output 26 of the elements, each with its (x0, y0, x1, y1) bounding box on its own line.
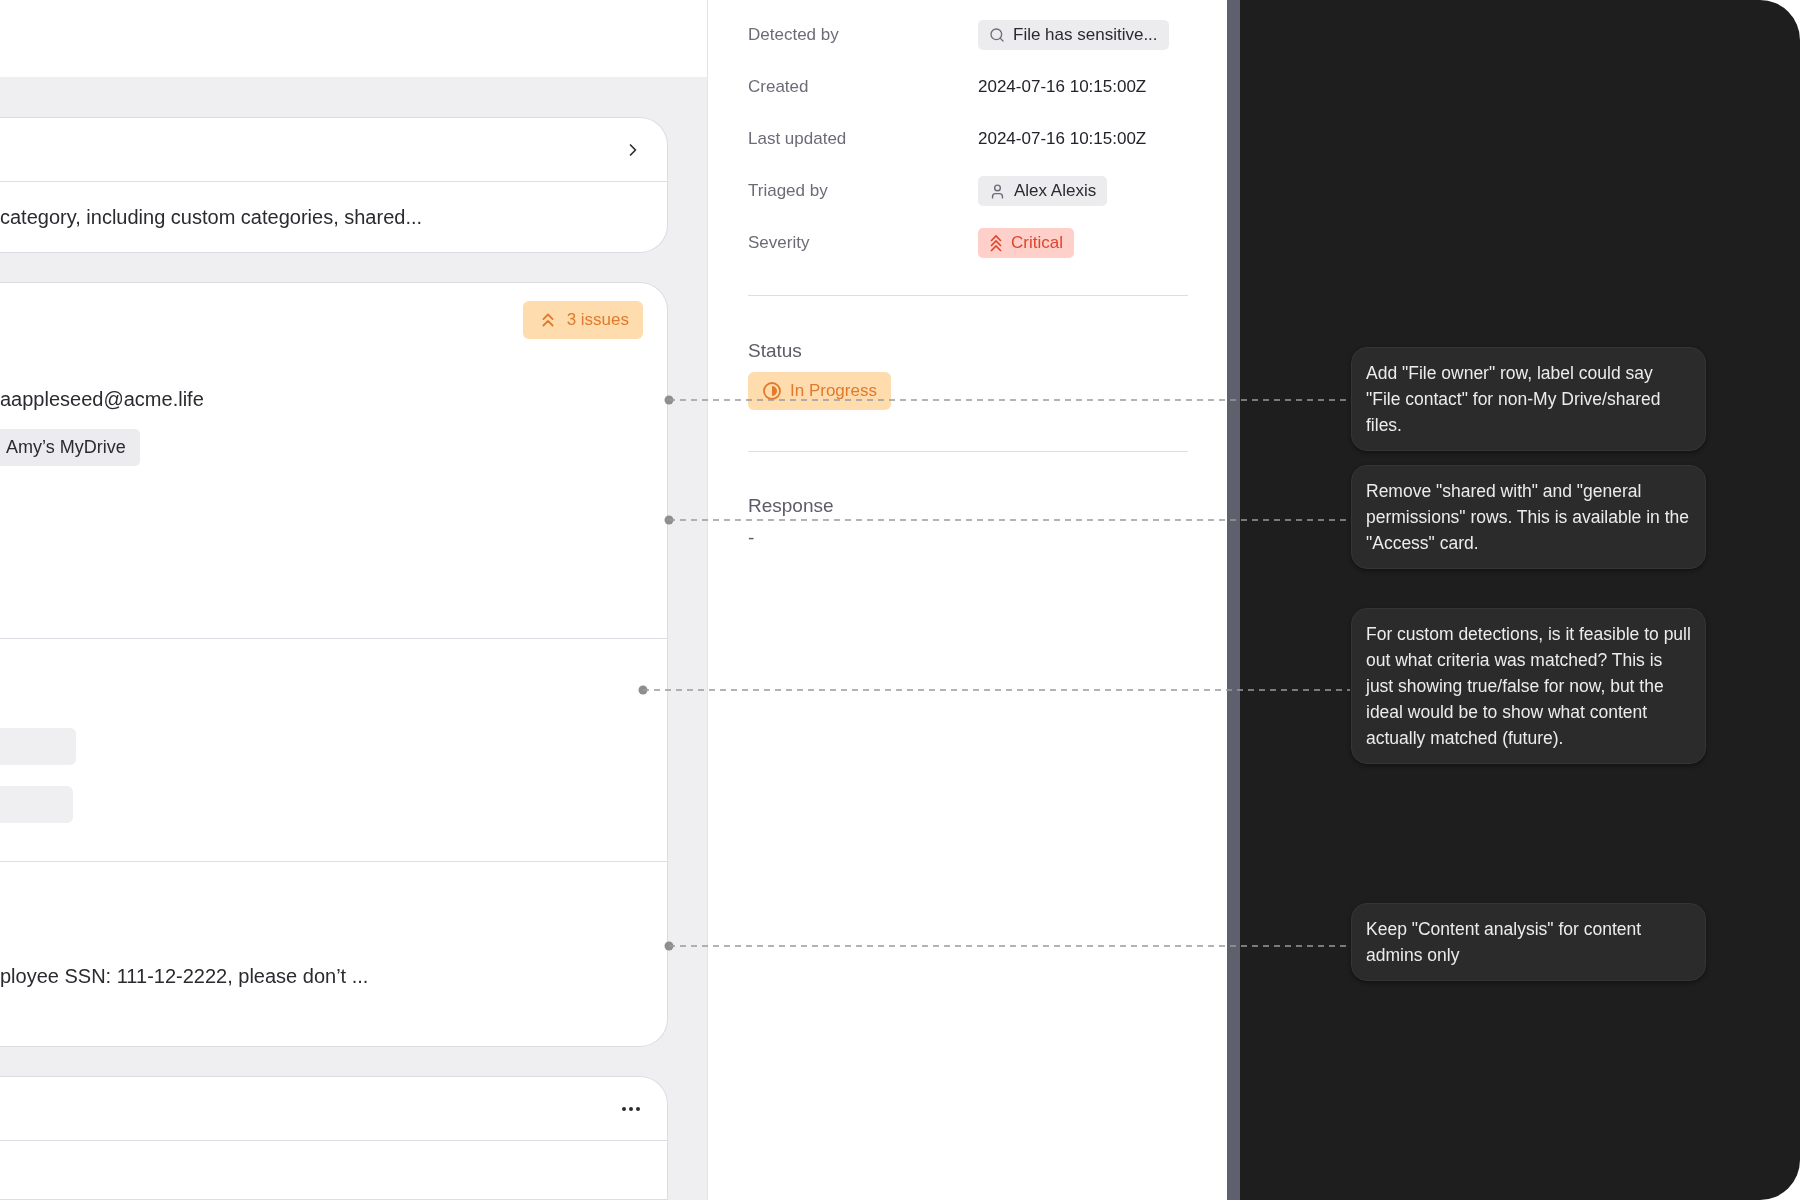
location-chip: Amy’s MyDrive (0, 429, 140, 466)
severity-badge: Critical (978, 228, 1074, 258)
detail-label: Detected by (748, 25, 840, 45)
status-icon (762, 381, 782, 401)
detail-label: Triaged by (748, 181, 829, 201)
comment-note: For custom detections, is it feasible to pull out what criteria was matched? This is just showing true/false for now, but the ideal would be to show what content actually matched (future). (1351, 608, 1706, 764)
issues-badge: 3 issues (522, 301, 643, 339)
comment-note: Add "File owner" row, label could say "File contact" for non-My Drive/shared files. (1351, 347, 1706, 451)
detail-value: 2024-07-16 10:15:00Z (978, 129, 1147, 149)
user-chip[interactable]: Alex Alexis (978, 176, 1108, 206)
search-icon (989, 27, 1005, 43)
detail-label: Severity (748, 233, 811, 253)
comment-note: Remove "shared with" and "general permissions" rows. This is available in the "Access" card. (1351, 465, 1706, 569)
severity-icon (989, 234, 1003, 252)
content-snippet: ployee SSN: 111-12-2222, please don’t ... (0, 965, 370, 988)
status-label: Status (748, 340, 802, 362)
detector-chip[interactable]: File has sensitive... (978, 20, 1169, 50)
user-icon (989, 182, 1006, 200)
response-value: - (748, 527, 755, 549)
detail-value: 2024-07-16 10:15:00Z (978, 77, 1147, 97)
response-label: Response (748, 495, 834, 517)
detail-label: Last updated (748, 129, 848, 149)
owner-email: aappleseed@acme.life (0, 388, 205, 411)
comment-note: Keep "Content analysis" for content admins only (1351, 903, 1706, 981)
detail-label: Created (748, 77, 810, 97)
description-text: category, including custom categories, shared... (0, 205, 423, 229)
